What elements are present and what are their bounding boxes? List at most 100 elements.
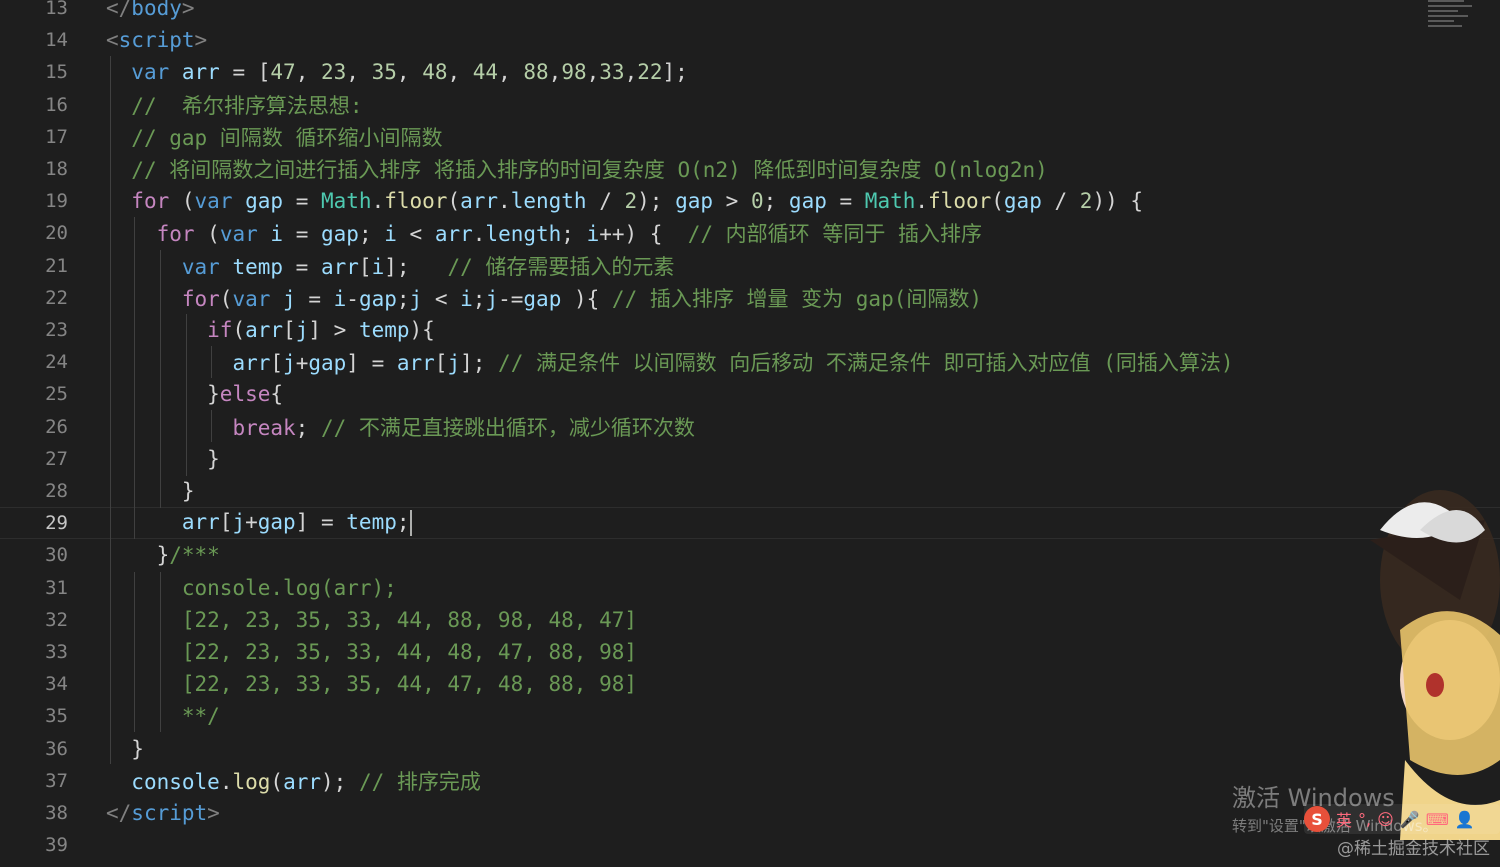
code-token: ,	[447, 60, 473, 85]
emoji-icon[interactable]: ☺	[1377, 810, 1394, 829]
ime-punctuation-toggle[interactable]: °,	[1358, 810, 1371, 829]
code-token: for	[131, 189, 170, 214]
code-token: i	[460, 286, 473, 311]
code-line[interactable]: 14 <script>	[0, 24, 1500, 56]
code-text[interactable]: </script>	[106, 801, 220, 825]
ime-language-toggle[interactable]: 英	[1336, 807, 1352, 831]
code-token: // 满足条件 以间隔数 向后移动 不满足条件 即可插入对应值 (同插入算法)	[498, 351, 1234, 376]
code-line[interactable]: 21 var temp = arr[i]; // 储存需要插入的元素	[0, 250, 1500, 282]
code-text[interactable]: console.log(arr);	[106, 576, 397, 600]
ime-logo-icon[interactable]: S	[1304, 806, 1330, 832]
line-number: 18	[45, 158, 68, 180]
keyboard-icon[interactable]: ⌨	[1426, 810, 1449, 829]
code-token: var	[181, 254, 220, 279]
code-text[interactable]: console.log(arr); // 排序完成	[106, 766, 481, 796]
code-line[interactable]: 23 if(arr[j] > temp){	[0, 314, 1500, 346]
code-text[interactable]: [22, 23, 35, 33, 44, 48, 47, 88, 98]	[106, 640, 637, 664]
code-text[interactable]: arr[j+gap] = arr[j]; // 满足条件 以间隔数 向后移动 不…	[106, 347, 1233, 377]
code-line[interactable]: 26 break; // 不满足直接跳出循环，减少循环次数	[0, 411, 1500, 443]
code-text[interactable]: for (var gap = Math.floor(arr.length / 2…	[106, 189, 1143, 213]
code-line[interactable]: 33 [22, 23, 35, 33, 44, 48, 47, 88, 98]	[0, 636, 1500, 668]
code-line[interactable]: 34 [22, 23, 33, 35, 44, 47, 48, 88, 98]	[0, 668, 1500, 700]
code-token: .	[371, 189, 385, 214]
code-line[interactable]: 32 [22, 23, 35, 33, 44, 88, 98, 48, 47]	[0, 604, 1500, 636]
code-text[interactable]: break; // 不满足直接跳出循环，减少循环次数	[106, 412, 694, 442]
code-text[interactable]: [22, 23, 35, 33, 44, 88, 98, 48, 47]	[106, 608, 637, 632]
code-token: // 排序完成	[358, 769, 481, 794]
line-number: 15	[45, 61, 68, 84]
code-token: j	[447, 351, 461, 376]
indent-guide	[211, 346, 212, 378]
line-number: 13	[45, 0, 68, 19]
code-token: for	[156, 222, 195, 247]
code-line[interactable]: 35 **/	[0, 700, 1500, 732]
code-line[interactable]: 13 </body>	[0, 0, 1500, 24]
code-line[interactable]: 16 // 希尔排序算法思想:	[0, 89, 1500, 121]
code-line[interactable]: 15 var arr = [47, 23, 35, 48, 44, 88,98,…	[0, 56, 1500, 88]
code-text[interactable]: </body>	[106, 0, 195, 20]
code-text[interactable]: for (var i = gap; i < arr.length; i++) {…	[106, 218, 982, 248]
code-line[interactable]: 22 for(var j = i-gap;j < i;j-=gap ){ // …	[0, 282, 1500, 314]
code-text[interactable]: var temp = arr[i]; // 储存需要插入的元素	[106, 251, 675, 281]
line-number: 38	[45, 802, 68, 824]
code-text[interactable]: }/***	[106, 543, 220, 567]
code-line[interactable]: 25 }else{	[0, 378, 1500, 410]
code-token: }	[106, 382, 220, 407]
code-token: var	[232, 286, 271, 311]
code-text[interactable]: [22, 23, 33, 35, 44, 47, 48, 88, 98]	[106, 672, 637, 696]
code-token: ,	[586, 60, 600, 85]
code-text[interactable]: **/	[106, 704, 220, 728]
code-editor[interactable]: 13 </body> 14 <script> 15 var arr = [47, 23,…	[0, 0, 1500, 867]
code-text[interactable]: // gap 间隔数 循环缩小间隔数	[106, 122, 442, 152]
code-text[interactable]: }else{	[106, 382, 283, 406]
code-line[interactable]: 18 // 将间隔数之间进行插入排序 将插入排序的时间复杂度 O(n2) 降低到…	[0, 153, 1500, 185]
code-line[interactable]: 36 }	[0, 733, 1500, 765]
ime-toolbar[interactable]: S 英 °, ☺ 🎤 ⌨ 👤	[1304, 804, 1500, 834]
code-token: 22	[637, 60, 663, 85]
user-icon[interactable]: 👤	[1455, 810, 1475, 829]
code-text[interactable]: <script>	[106, 28, 207, 52]
code-text[interactable]: }	[106, 479, 195, 503]
code-text[interactable]: arr[j+gap] = temp;	[106, 510, 412, 537]
line-number: 22	[45, 286, 68, 309]
line-number: 33	[45, 641, 68, 663]
code-token: ){	[561, 286, 612, 311]
code-line[interactable]: 17 // gap 间隔数 循环缩小间隔数	[0, 121, 1500, 153]
code-line[interactable]: 24 arr[j+gap] = arr[j]; // 满足条件 以间隔数 向后移…	[0, 346, 1500, 378]
code-line[interactable]: 30 }/***	[0, 539, 1500, 571]
code-token: ;	[396, 286, 410, 311]
code-line[interactable]: 27 }	[0, 443, 1500, 475]
code-text[interactable]: }	[106, 447, 220, 471]
code-line[interactable]: 20 for (var i = gap; i < arr.length; i++…	[0, 217, 1500, 249]
code-token: arr	[320, 254, 359, 279]
code-token: i	[371, 254, 385, 279]
code-text[interactable]: for(var j = i-gap;j < i;j-=gap ){ // 插入排…	[106, 283, 982, 313]
code-token: .	[219, 769, 233, 794]
code-token: )) {	[1092, 189, 1144, 214]
code-text[interactable]: var arr = [47, 23, 35, 48, 44, 88,98,33,…	[106, 60, 688, 84]
code-text[interactable]: // 希尔排序算法思想:	[106, 90, 362, 120]
code-text[interactable]: // 将间隔数之间进行插入排序 将插入排序的时间复杂度 O(n2) 降低到时间复…	[106, 154, 1048, 184]
code-token: =	[283, 254, 321, 279]
code-token: ;	[396, 510, 410, 535]
minimap[interactable]	[1428, 0, 1472, 36]
code-text[interactable]: }	[106, 737, 144, 761]
microphone-icon[interactable]: 🎤	[1400, 810, 1420, 829]
code-text[interactable]: if(arr[j] > temp){	[106, 318, 435, 342]
code-token: [22, 23, 35, 33, 44, 88, 98, 48, 47]	[181, 607, 638, 632]
code-token: var	[131, 60, 170, 85]
code-token: [22, 23, 33, 35, 44, 47, 48, 88, 98]	[181, 672, 638, 697]
code-line[interactable]: 19 for (var gap = Math.floor(arr.length …	[0, 185, 1500, 217]
line-number: 39	[45, 834, 68, 857]
code-token: [22, 23, 35, 33, 44, 48, 47, 88, 98]	[181, 640, 638, 664]
code-line[interactable]: 31 console.log(arr);	[0, 572, 1500, 604]
indent-guide	[160, 572, 161, 732]
code-token: 48	[422, 60, 448, 85]
code-line[interactable]: 28 }	[0, 475, 1500, 507]
code-token: -=	[498, 286, 524, 311]
line-number: 20	[45, 222, 68, 245]
code-token: 23	[321, 60, 347, 85]
line-number: 26	[45, 415, 68, 438]
code-line[interactable]: 29 arr[j+gap] = temp;	[0, 507, 1500, 540]
